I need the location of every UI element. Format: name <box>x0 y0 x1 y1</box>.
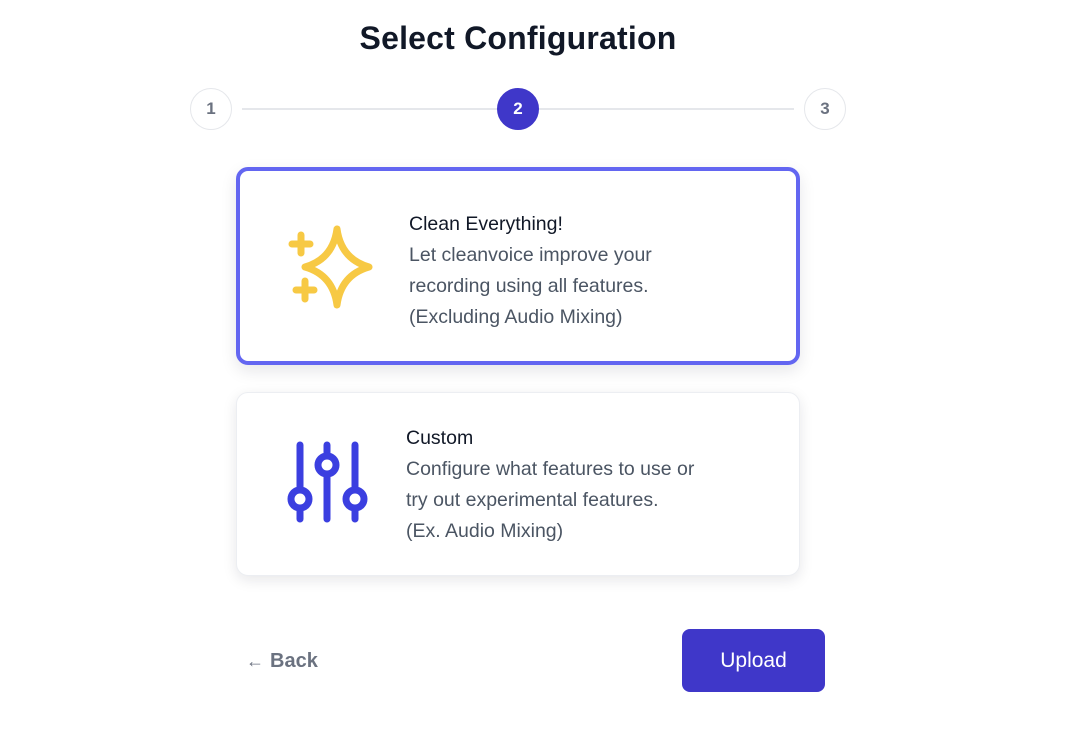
arrow-left-icon: ← <box>246 650 264 671</box>
option-title: Clean Everything! <box>409 213 563 235</box>
option-description-line: (Excluding Audio Mixing) <box>409 306 623 328</box>
stepper: 1 2 3 <box>190 88 846 130</box>
step-2[interactable]: 2 <box>497 88 539 130</box>
back-label: Back <box>270 649 318 672</box>
stepper-connector <box>550 108 794 110</box>
sliders-icon <box>283 437 373 527</box>
back-button[interactable]: ← Back <box>246 646 318 676</box>
option-description-line: Configure what features to use or <box>406 458 695 480</box>
step-1[interactable]: 1 <box>190 88 232 130</box>
upload-button[interactable]: Upload <box>682 629 825 692</box>
option-description-line: Let cleanvoice improve your <box>409 244 652 266</box>
option-title: Custom <box>406 427 474 449</box>
option-custom[interactable]: Custom Configure what features to use or… <box>236 392 800 576</box>
sparkles-icon <box>284 219 380 315</box>
option-description-line: try out experimental features. <box>406 489 659 511</box>
configuration-page: Select Configuration 1 2 3 Clean Everyth… <box>0 0 1080 737</box>
option-description-line: recording using all features. <box>409 275 649 297</box>
page-title: Select Configuration <box>359 20 677 56</box>
step-3[interactable]: 3 <box>804 88 846 130</box>
option-text: Custom Configure what features to use or… <box>406 423 776 547</box>
option-description-line: (Ex. Audio Mixing) <box>406 520 564 542</box>
option-clean-everything[interactable]: Clean Everything! Let cleanvoice improve… <box>236 167 800 365</box>
option-text: Clean Everything! Let cleanvoice improve… <box>409 209 769 333</box>
